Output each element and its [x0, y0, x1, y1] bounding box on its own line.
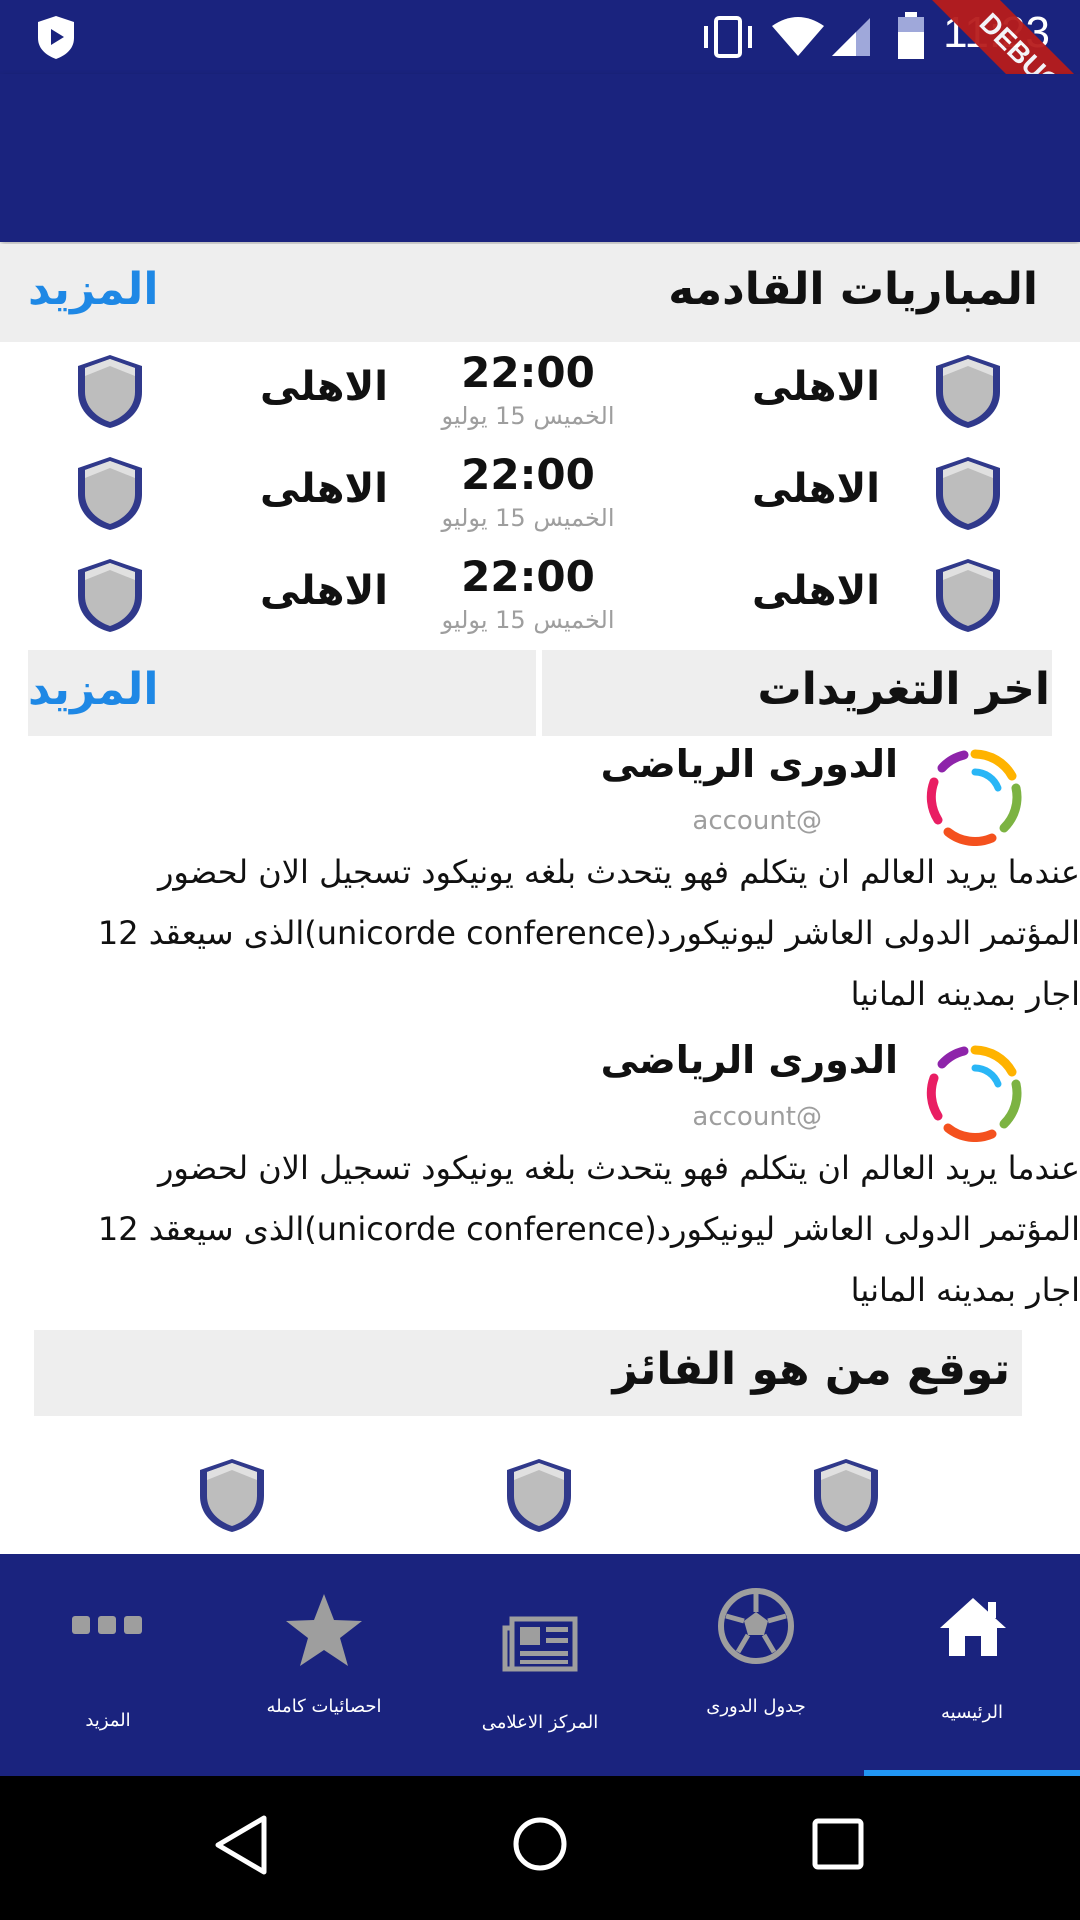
- team-shield-icon[interactable]: [503, 1456, 575, 1534]
- match-date: الخميس 15 يوليو: [441, 504, 615, 532]
- shield-play-icon: [38, 16, 74, 59]
- home-team-name: الاهلى: [751, 568, 881, 614]
- tweets-header-left: المزيد: [28, 650, 536, 736]
- tweet-author: الدورى الرياضى: [600, 742, 898, 786]
- tweet-text-line: اجار بمدينه المانيا: [850, 975, 1080, 1013]
- league-logo-icon: [926, 1045, 1022, 1142]
- system-navigation-bar: [0, 1776, 1080, 1920]
- away-team-shield-icon: [78, 559, 142, 632]
- match-date: الخميس 15 يوليو: [441, 402, 615, 430]
- home-team-shield-icon: [936, 355, 1000, 428]
- tweet-handle: account@: [692, 1102, 822, 1132]
- signal-icon: [832, 18, 870, 56]
- upcoming-more-link[interactable]: المزيد: [28, 264, 158, 315]
- predict-winner-header: توقع من هو الفائز: [34, 1330, 1022, 1416]
- nav-label: احصائيات كامله: [266, 1696, 382, 1717]
- home-team-name: الاهلى: [751, 364, 881, 410]
- away-team-name: الاهلى: [259, 568, 389, 614]
- tweet-text-line: المؤتمر الدولى العاشر ليونيكورد(unicorde…: [97, 914, 1080, 952]
- match-time: 22:00: [461, 552, 595, 601]
- wifi-icon: [772, 17, 824, 56]
- section-title: توقع من هو الفائز: [612, 1344, 1010, 1395]
- tweet-author: الدورى الرياضى: [600, 1038, 898, 1082]
- bottom-navigation: الرئيسيه جدول الدورى المركز الاعلامى احص…: [0, 1554, 1080, 1776]
- team-shield-icon[interactable]: [196, 1456, 268, 1534]
- tweet-text-line: عندما يريد العالم ان يتكلم فهو يتحدث بلغ…: [157, 853, 1080, 891]
- upcoming-matches-header: المباريات القادمه المزيد: [0, 244, 1080, 342]
- tweet-text-line: عندما يريد العالم ان يتكلم فهو يتحدث بلغ…: [157, 1149, 1080, 1187]
- nav-item-media-center[interactable]: المركز الاعلامى: [432, 1554, 648, 1776]
- match-date: الخميس 15 يوليو: [441, 606, 615, 634]
- newspaper-icon: [502, 1616, 578, 1672]
- tweet-handle: account@: [692, 806, 822, 836]
- back-icon[interactable]: [214, 1814, 270, 1876]
- more-dots-icon: [72, 1616, 142, 1634]
- nav-label: الرئيسيه: [941, 1702, 1003, 1723]
- home-team-shield-icon: [936, 457, 1000, 530]
- away-team-name: الاهلى: [259, 364, 389, 410]
- nav-label: جدول الدورى: [706, 1696, 806, 1717]
- away-team-shield-icon: [78, 355, 142, 428]
- team-shield-icon[interactable]: [810, 1456, 882, 1534]
- league-logo-icon: [926, 749, 1022, 846]
- tweet-item[interactable]: الدورى الرياضى account@ عندما يريد العالم …: [0, 742, 1080, 1038]
- soccer-ball-icon: [718, 1588, 794, 1664]
- nav-item-statistics[interactable]: احصائيات كامله: [216, 1554, 432, 1776]
- away-team-shield-icon: [78, 457, 142, 530]
- vibrate-icon: [704, 16, 752, 58]
- recents-icon[interactable]: [812, 1818, 864, 1870]
- nav-label: المزيد: [85, 1710, 131, 1731]
- nav-item-league-table[interactable]: جدول الدورى: [648, 1554, 864, 1776]
- match-row[interactable]: الاهلى 22:00 الخميس 15 يوليو الاهلى: [0, 552, 1080, 652]
- nav-label: المركز الاعلامى: [481, 1712, 599, 1733]
- section-title: المباريات القادمه: [668, 264, 1038, 315]
- home-button-icon[interactable]: [512, 1816, 568, 1872]
- home-team-name: الاهلى: [751, 466, 881, 512]
- tweet-text-line: اجار بمدينه المانيا: [850, 1271, 1080, 1309]
- section-title: اخر التغريدات: [757, 664, 1051, 715]
- home-icon: [940, 1598, 1006, 1656]
- match-time: 22:00: [461, 450, 595, 499]
- home-team-shield-icon: [936, 559, 1000, 632]
- nav-item-home[interactable]: الرئيسيه: [864, 1554, 1080, 1776]
- app-bar: [0, 74, 1080, 242]
- tweets-header-right: اخر التغريدات: [542, 650, 1052, 736]
- tweets-more-link[interactable]: المزيد: [28, 664, 158, 715]
- match-time: 22:00: [461, 348, 595, 397]
- match-row[interactable]: الاهلى 22:00 الخميس 15 يوليو الاهلى: [0, 348, 1080, 448]
- tweet-text-line: المؤتمر الدولى العاشر ليونيكورد(unicorde…: [97, 1210, 1080, 1248]
- away-team-name: الاهلى: [259, 466, 389, 512]
- tweet-item[interactable]: الدورى الرياضى account@ عندما يريد العالم …: [0, 1038, 1080, 1334]
- match-row[interactable]: الاهلى 22:00 الخميس 15 يوليو الاهلى: [0, 450, 1080, 550]
- star-icon: [286, 1594, 362, 1666]
- nav-item-more[interactable]: المزيد: [0, 1554, 216, 1776]
